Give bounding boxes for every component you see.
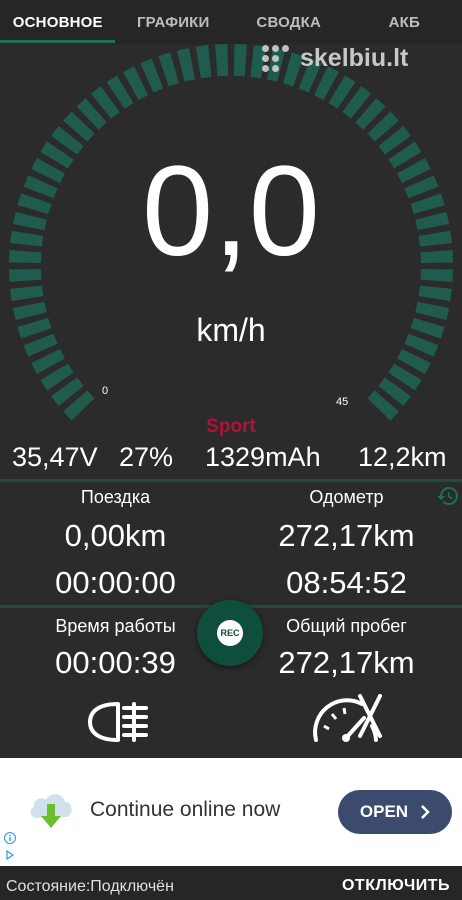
ad-open-label: OPEN [359, 802, 409, 821]
battery-stats: 35,47V 27% 1329mAh 12,2km [0, 442, 462, 478]
ad-choices-icon[interactable] [6, 850, 14, 860]
gauge-max-label: 45 [336, 396, 349, 408]
tab-battery[interactable]: АКБ [347, 0, 462, 44]
ad-open-button[interactable]: OPEN [338, 790, 452, 834]
gauge-segment [215, 44, 229, 77]
divider-top [0, 479, 462, 482]
tab-charts[interactable]: ГРАФИКИ [116, 0, 232, 44]
tab-indicator [0, 40, 115, 43]
gauge-segment [418, 285, 452, 302]
gauge-segment [195, 45, 212, 79]
watermark-logo-icon [262, 44, 294, 73]
rec-button-label: REC [217, 620, 243, 646]
info-icon[interactable] [4, 832, 16, 844]
speed-unit: km/h [196, 312, 266, 348]
uptime-value: 00:00:39 [55, 645, 176, 680]
connection-status: Состояние:Подключён [6, 878, 174, 895]
gauge-min-label: 0 [102, 385, 109, 397]
battery-capacity: 1329mAh [205, 442, 321, 472]
remaining-range: 12,2km [358, 442, 447, 472]
speed-value: 0,0 [142, 140, 320, 283]
total-mileage-label: Общий пробег [286, 616, 407, 636]
watermark-text: skelbiu.lt [300, 44, 409, 72]
odometer-label: Одометр [309, 487, 384, 507]
ad-text: Continue online now [90, 798, 281, 821]
odometer-distance: 272,17km [278, 518, 415, 553]
voltage-value: 35,47V [12, 442, 98, 472]
connection-status-bar: Состояние:Подключён ОТКЛЮЧИТЬ [0, 866, 462, 900]
tab-summary[interactable]: СВОДКА [231, 0, 347, 44]
watermark: skelbiu.lt [262, 44, 408, 73]
gauge-segment [176, 48, 196, 82]
tab-bar: ОСНОВНОЕ ГРАФИКИ СВОДКА АКБ [0, 0, 462, 44]
trip-time: 00:00:00 [55, 565, 176, 600]
gauge-segment [158, 52, 179, 87]
trip-label: Поездка [80, 487, 151, 507]
tab-main[interactable]: ОСНОВНОЕ [0, 0, 116, 44]
battery-percent: 27% [119, 442, 174, 472]
headlight-icon[interactable] [84, 700, 152, 744]
gauge-segment [233, 44, 247, 77]
ad-banner[interactable]: Continue online now OPEN [0, 758, 462, 866]
speedometer-off-icon[interactable] [310, 692, 386, 746]
total-mileage-value: 272,17km [278, 645, 415, 680]
gauge-segment [10, 285, 44, 302]
trip-distance: 0,00km [64, 518, 167, 553]
disconnect-button[interactable]: ОТКЛЮЧИТЬ [342, 877, 450, 895]
cloud-download-icon [30, 794, 72, 828]
rec-button[interactable]: REC [197, 600, 263, 666]
chevron-right-icon [421, 805, 430, 819]
odometer-time: 08:54:52 [286, 565, 407, 600]
ride-mode: Sport [206, 416, 256, 437]
